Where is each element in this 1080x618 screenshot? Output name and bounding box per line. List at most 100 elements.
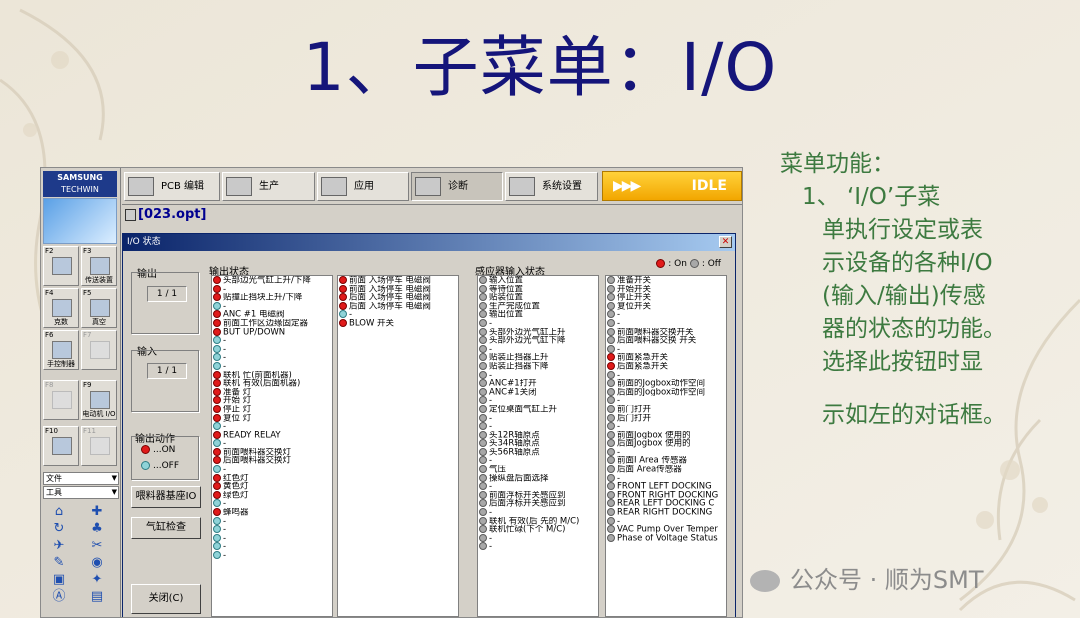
fkey-f11[interactable]: F11: [81, 426, 117, 466]
tool-b-icon[interactable]: ↻: [49, 521, 69, 536]
io-row: 后面浮标开关感应到: [478, 499, 598, 508]
fkey-f8[interactable]: F8: [43, 380, 79, 420]
status-led-icon: [479, 413, 487, 422]
io-row-label: -: [489, 456, 493, 466]
io-row-label: -: [489, 508, 493, 517]
io-row: 后面喂料器交换 开关: [606, 336, 726, 345]
tool-d-icon[interactable]: ✈: [49, 538, 69, 553]
status-led-icon: [213, 318, 221, 327]
note-line-7: 示如左的对话框。: [822, 402, 1006, 428]
io-row: -: [478, 370, 598, 379]
status-led-icon: [607, 465, 615, 474]
io-row-label: -: [617, 516, 621, 526]
io-row: 头56R轴原点: [478, 447, 598, 457]
tool-h-icon[interactable]: ▣: [49, 572, 69, 587]
io-row-label: -: [223, 439, 227, 448]
io-row-label: 后面 Area传感器: [617, 465, 682, 474]
io-row: -: [478, 344, 598, 353]
io-row-label: -: [489, 542, 493, 551]
pcb-edit-icon: [128, 177, 154, 196]
io-row-label: -: [617, 473, 621, 483]
close-button[interactable]: 关闭(C): [131, 584, 201, 614]
tab-application[interactable]: 应用: [317, 172, 409, 201]
tab-production[interactable]: 生产: [222, 172, 315, 201]
cylinder-check-button[interactable]: 气缸检查: [131, 517, 201, 539]
status-led-icon: [607, 439, 615, 448]
fkey-label: 传送装置: [85, 276, 113, 284]
status-led-icon: [607, 293, 615, 302]
system-settings-icon: [509, 177, 535, 196]
io-row: -: [212, 533, 332, 543]
io-row-label: 生产完成位置: [489, 301, 541, 311]
io-row-label: 联机 忙(前面机器): [223, 370, 292, 380]
fkey-f2[interactable]: F2: [43, 246, 79, 286]
function-icon: [90, 437, 110, 455]
tool-k-icon[interactable]: ▤: [87, 589, 107, 604]
tool-c-icon[interactable]: ♣: [87, 521, 107, 536]
status-led-icon: [213, 327, 221, 336]
fkey-f7[interactable]: F7: [81, 330, 117, 370]
fkey-code: F6: [45, 331, 54, 339]
io-row: 后面喂料器交换灯: [212, 456, 332, 465]
io-row-label: -: [223, 344, 227, 354]
io-row: 输入位置: [478, 276, 598, 285]
tool-g-icon[interactable]: ◉: [87, 555, 107, 570]
status-led-icon: [607, 456, 615, 465]
io-row-label: 开始 灯: [223, 396, 252, 405]
io-row-label: 头56R轴原点: [489, 447, 540, 457]
io-row: 复位开关: [606, 301, 726, 310]
io-row-label: -: [617, 310, 621, 319]
tab-pcb-edit[interactable]: PCB 编辑: [124, 172, 220, 201]
status-led-icon: [479, 525, 487, 534]
status-badge: ▶▶▶ IDLE: [602, 171, 742, 201]
samsung-logo: SAMSUNG TECHWIN: [43, 171, 117, 197]
io-row-label: 贴装止挡器下降: [489, 361, 549, 371]
close-icon[interactable]: ✕: [719, 236, 732, 248]
io-row-label: -: [223, 533, 227, 543]
status-led-icon: [213, 482, 221, 491]
output-list-1: 头部边光气缸上升/下降 - 贴撞止挡块上升/下降 - ANC #1 电磁阀 前面工作区边缘…: [211, 275, 333, 617]
status-led-icon: [213, 284, 221, 293]
menu-file-dropdown[interactable]: 文件 ▼: [43, 472, 119, 485]
status-led-icon: [339, 310, 347, 319]
fkey-f3[interactable]: F3 传送装置: [81, 246, 117, 286]
status-led-icon: [479, 465, 487, 474]
fkey-f10[interactable]: F10: [43, 426, 79, 466]
tool-e-icon[interactable]: ✂: [87, 538, 107, 553]
io-row-label: VAC Pump Over Temper: [617, 525, 718, 534]
io-row: -: [212, 422, 332, 431]
tab-system-settings[interactable]: 系统设置: [505, 172, 598, 201]
fkey-f4[interactable]: F4 克数: [43, 288, 79, 328]
io-row-label: -: [617, 344, 621, 354]
io-row: FRONT RIGHT DOCKING: [606, 490, 726, 499]
input-page-count: 1 / 1: [147, 363, 187, 379]
menu-tools-dropdown[interactable]: 工具 ▼: [43, 486, 119, 499]
home-icon[interactable]: ⌂: [49, 504, 69, 519]
fkey-f5[interactable]: F5 真空: [81, 288, 117, 328]
io-row: -: [606, 396, 726, 405]
status-led-icon: [213, 533, 221, 542]
io-row-label: -: [489, 318, 493, 328]
status-led-icon: [479, 422, 487, 431]
status-led-icon: [607, 508, 615, 517]
io-row: 前面 入场停车 电磁阀: [338, 284, 458, 293]
status-led-icon: [479, 396, 487, 405]
tool-i-icon[interactable]: ✦: [87, 572, 107, 587]
fkey-f9[interactable]: F9 电动机 I/O: [81, 380, 117, 420]
io-row-label: -: [223, 542, 227, 551]
io-row: -: [606, 318, 726, 328]
io-row: 前面Jogbox 使用的: [606, 430, 726, 439]
tab-diagnosis[interactable]: 诊断: [411, 172, 503, 201]
fkey-f6[interactable]: F6 手控制器: [43, 330, 79, 370]
tool-a-icon[interactable]: ✚: [87, 504, 107, 519]
tool-f-icon[interactable]: ✎: [49, 555, 69, 570]
feeder-base-io-button[interactable]: 喂料器基座IO: [131, 486, 201, 508]
output-action-group: [131, 436, 199, 480]
io-row: BUT UP/DOWN: [212, 327, 332, 336]
io-row-label: 后面Jogbox 使用的: [617, 439, 691, 448]
fkey-code: F7: [83, 331, 92, 339]
io-row: 后面的Jogbox动作空间: [606, 387, 726, 396]
note-line-4: (输入/输出)传感: [822, 283, 986, 309]
legend-on-text: : On: [668, 259, 687, 269]
tool-j-icon[interactable]: Ⓐ: [49, 589, 69, 604]
